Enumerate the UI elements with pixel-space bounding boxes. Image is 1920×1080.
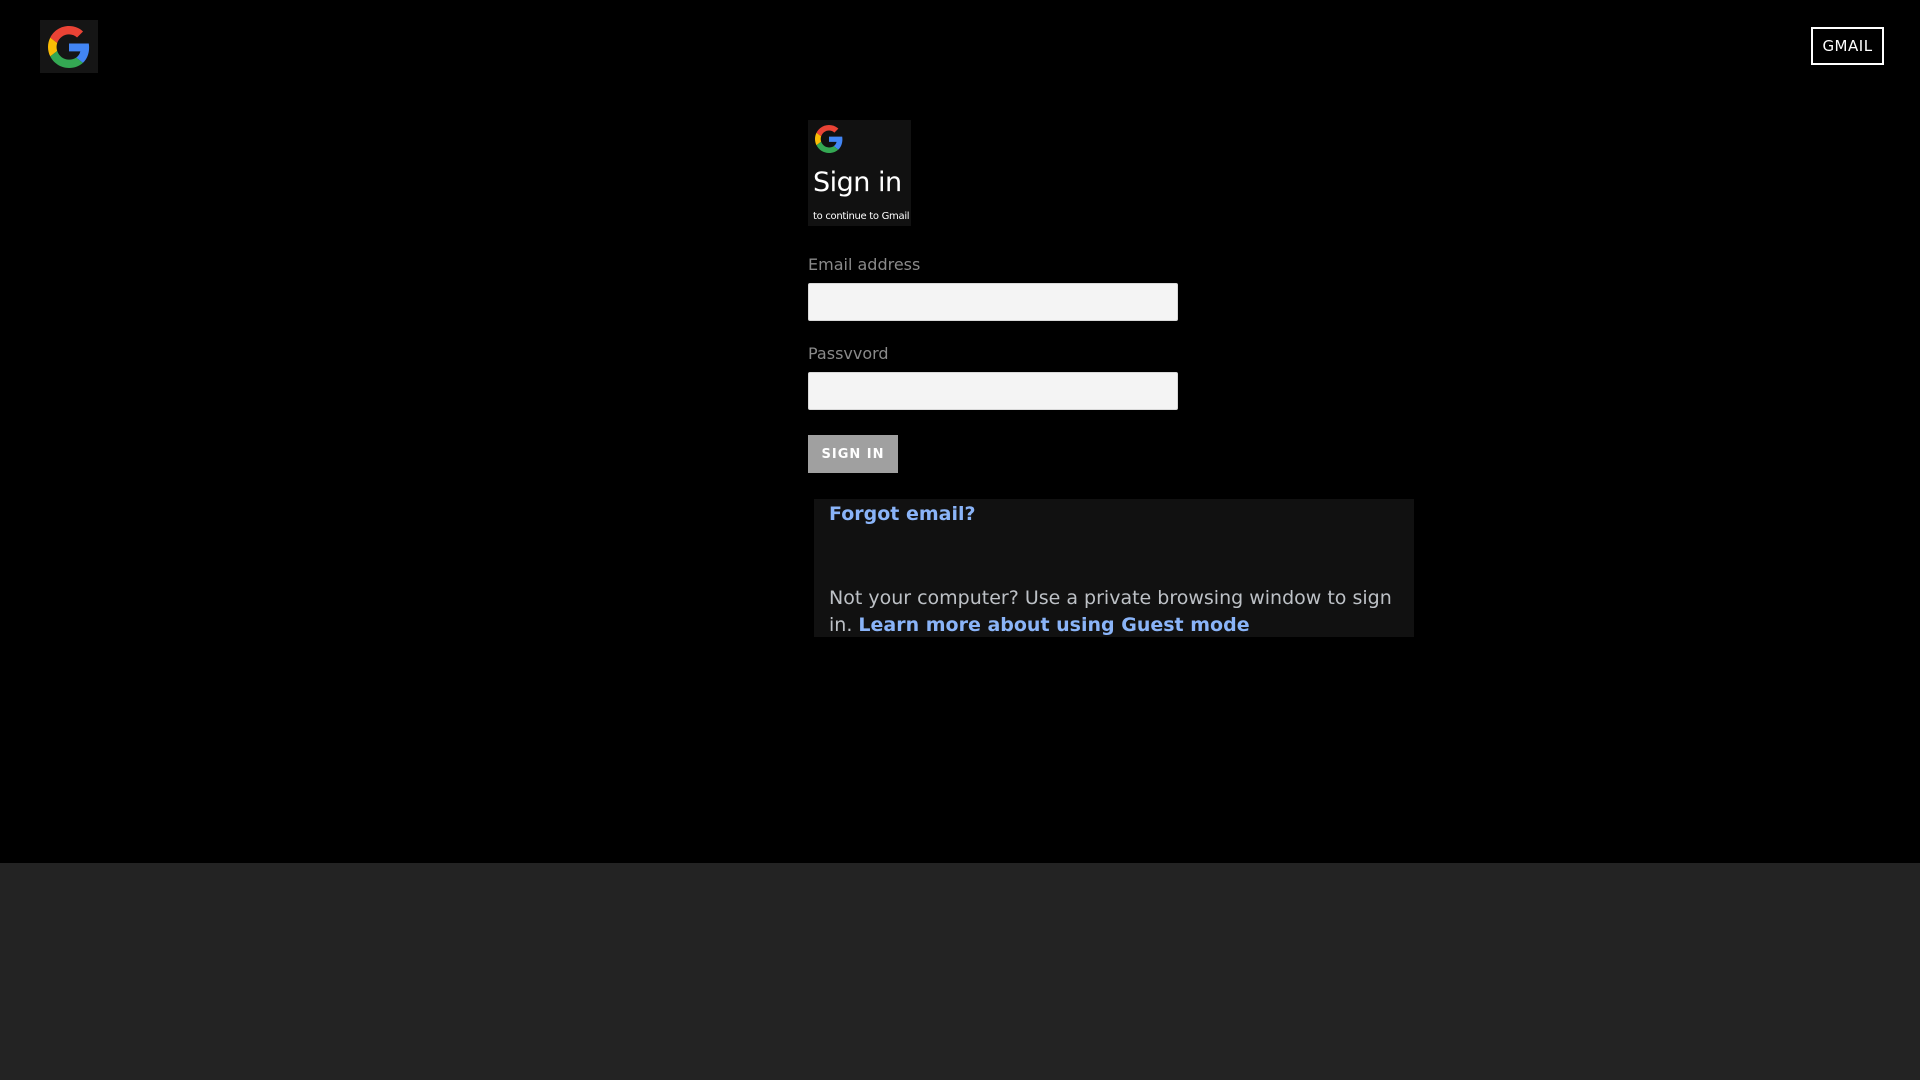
help-panel: Forgot email? Not your computer? Use a p… <box>814 499 1414 637</box>
page: GMAIL Sign in to continue to Gmail Email… <box>0 0 1920 1080</box>
sign-in-button[interactable]: SIGN IN <box>808 435 898 473</box>
guest-mode-notice: Not your computer? Use a private browsin… <box>829 585 1404 639</box>
gmail-button[interactable]: GMAIL <box>1811 27 1884 65</box>
password-label: Passvvord <box>808 344 889 363</box>
main-area <box>0 0 1920 863</box>
signin-header: Sign in to continue to Gmail <box>808 120 911 226</box>
page-subtitle: to continue to Gmail <box>813 211 910 222</box>
email-field[interactable] <box>808 283 1178 321</box>
google-g-icon <box>48 25 90 68</box>
forgot-email-link[interactable]: Forgot email? <box>829 503 976 525</box>
google-logo[interactable] <box>40 20 98 73</box>
footer-band <box>0 863 1920 1080</box>
email-label: Email address <box>808 255 921 274</box>
password-field[interactable] <box>808 372 1178 410</box>
learn-more-link[interactable]: Learn more about using Guest mode <box>858 614 1249 636</box>
google-g-icon <box>815 125 843 153</box>
page-title: Sign in <box>813 167 902 198</box>
